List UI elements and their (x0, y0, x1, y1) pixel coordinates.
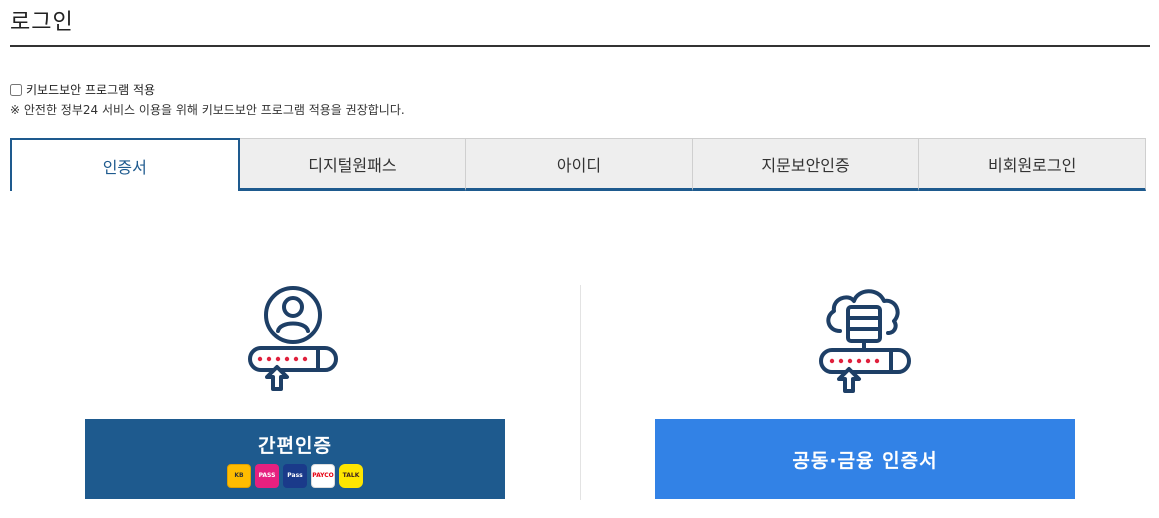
options-divider (580, 285, 581, 500)
tab-id[interactable]: 아이디 (466, 138, 693, 191)
pass-icon: PASS (255, 463, 279, 488)
provider-badges: KB PASS Pass PAYCO TALK (227, 463, 363, 488)
login-method-tabs: 인증서 디지털원패스 아이디 지문보안인증 비회원로그인 (10, 138, 1146, 191)
payco-icon: PAYCO (311, 463, 335, 488)
kb-icon: KB (227, 463, 251, 488)
tab-non-member[interactable]: 비회원로그인 (919, 138, 1146, 191)
page-title: 로그인 (10, 10, 74, 35)
simple-auth-button[interactable]: 간편인증 KB PASS Pass PAYCO TALK (85, 419, 505, 499)
certificate-label: 공동·금융 인증서 (792, 449, 938, 472)
tab-fingerprint[interactable]: 지문보안인증 (692, 138, 920, 191)
kakao-talk-icon: TALK (339, 463, 363, 488)
certificate-login-button[interactable]: 공동·금융 인증서 (655, 419, 1075, 499)
user-auth-icon (247, 285, 339, 393)
tab-certificate[interactable]: 인증서 (10, 138, 240, 191)
simple-auth-label: 간편인증 (258, 434, 332, 457)
tab-digital-onepass[interactable]: 디지털원패스 (239, 138, 467, 191)
title-divider (10, 45, 1150, 47)
samsung-pass-icon: Pass (283, 463, 307, 488)
keyboard-security-option[interactable]: 키보드보안 프로그램 적용 (10, 81, 155, 98)
keyboard-security-label: 키보드보안 프로그램 적용 (26, 83, 156, 97)
keyboard-security-checkbox[interactable] (10, 83, 22, 96)
cloud-certificate-icon (818, 283, 912, 393)
keyboard-security-note: ※ 안전한 정부24 서비스 이용을 위해 키보드보안 프로그램 적용을 권장합… (10, 103, 405, 117)
